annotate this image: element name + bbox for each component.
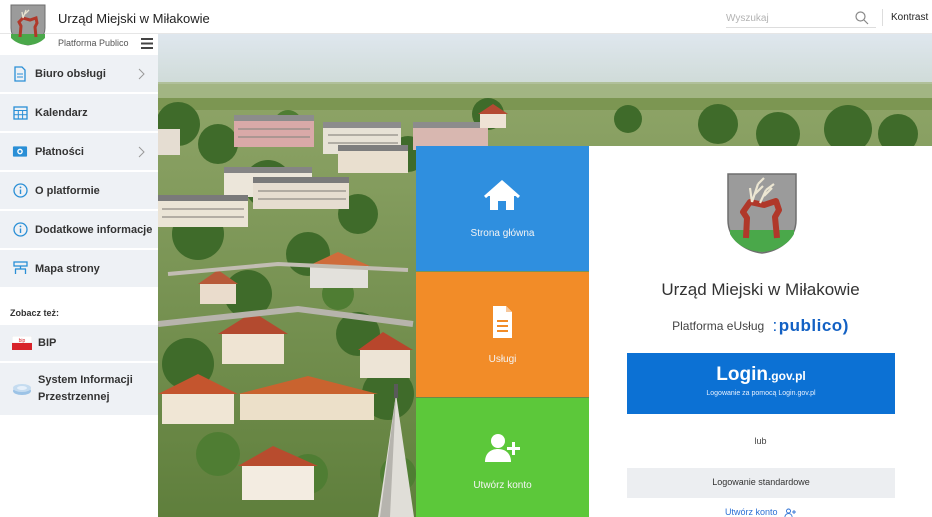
publico-logo: :publico) bbox=[772, 316, 849, 335]
standard-login-button[interactable]: Logowanie standardowe bbox=[627, 468, 895, 498]
login-gov-logo: Login.gov.pl bbox=[627, 364, 895, 386]
sidebar-item-label: System Informacji Przestrzennej bbox=[38, 374, 133, 403]
sidebar-item-biuro-obslugi[interactable]: Biuro obsługi bbox=[0, 55, 158, 94]
document-icon bbox=[12, 65, 28, 82]
sidebar-item-mapa-strony[interactable]: Mapa strony bbox=[0, 250, 158, 289]
add-user-icon bbox=[784, 508, 797, 517]
sidebar: Platforma Publico Biuro obsługi Kalendar… bbox=[0, 34, 158, 517]
sidebar-item-label: Kalendarz bbox=[35, 106, 88, 119]
payment-icon bbox=[12, 144, 28, 160]
tile-home[interactable]: Strona główna bbox=[416, 146, 589, 271]
login-gov-logo-main: Login bbox=[716, 364, 768, 385]
calendar-icon bbox=[12, 105, 28, 121]
add-user-icon bbox=[485, 434, 520, 462]
app-title: Urząd Miejski w Miłakowie bbox=[58, 11, 210, 26]
login-gov-subtitle: Logowanie za pomocą Login.gov.pl bbox=[706, 390, 816, 397]
chevron-right-icon bbox=[138, 68, 145, 80]
header-divider bbox=[882, 9, 883, 26]
create-account-link[interactable]: Utwórz konto bbox=[589, 507, 932, 517]
platform-label: Platforma Publico bbox=[58, 38, 129, 48]
sidebar-item-label: Płatności bbox=[35, 145, 84, 158]
file-icon bbox=[493, 306, 512, 338]
sidebar-item-label: Biuro obsługi bbox=[35, 67, 106, 80]
sidebar-item-kalendarz[interactable]: Kalendarz bbox=[0, 94, 158, 133]
info-icon bbox=[12, 222, 28, 238]
sidebar-item-label: Dodatkowe informacje bbox=[35, 223, 153, 236]
crest-emblem bbox=[727, 173, 797, 254]
tile-label: Usługi bbox=[488, 354, 517, 365]
home-icon bbox=[484, 179, 520, 210]
login-panel: Urząd Miejski w Miłakowie Platforma eUsł… bbox=[589, 146, 932, 517]
standard-login-label: Logowanie standardowe bbox=[712, 477, 810, 487]
tile-label: Strona główna bbox=[470, 228, 535, 239]
publico-logo-text: publico) bbox=[778, 316, 849, 335]
tile-register[interactable]: Utwórz konto bbox=[416, 398, 589, 517]
bip-flag-icon: bip bbox=[11, 335, 33, 350]
platform-line: Platforma eUsług :publico) bbox=[589, 316, 932, 336]
tile-services[interactable]: Usługi bbox=[416, 272, 589, 397]
search-icon[interactable] bbox=[854, 10, 870, 26]
see-also-heading: Zobacz też: bbox=[0, 300, 158, 327]
tile-label: Utwórz konto bbox=[473, 480, 532, 491]
top-header: Urząd Miejski w Miłakowie Kontrast bbox=[0, 0, 932, 34]
hamburger-menu-icon[interactable] bbox=[141, 38, 153, 49]
map-layers-icon bbox=[12, 381, 32, 397]
info-icon bbox=[12, 183, 28, 199]
sidebar-item-platnosci[interactable]: Płatności bbox=[0, 133, 158, 172]
chevron-right-icon bbox=[138, 146, 145, 158]
create-account-label: Utwórz konto bbox=[724, 507, 778, 517]
search-box bbox=[726, 8, 876, 28]
sidebar-item-label: BIP bbox=[38, 336, 57, 349]
svg-text:bip: bip bbox=[19, 338, 26, 344]
sitemap-icon bbox=[12, 261, 28, 277]
side-menu: Biuro obsługi Kalendarz Płatności O plat… bbox=[0, 55, 158, 289]
sidebar-item-sip[interactable]: System Informacji Przestrzennej bbox=[0, 363, 158, 417]
search-input[interactable] bbox=[726, 8, 851, 28]
sidebar-item-dodatkowe-informacje[interactable]: Dodatkowe informacje bbox=[0, 211, 158, 250]
contrast-toggle[interactable]: Kontrast bbox=[891, 12, 928, 23]
see-also-label: Zobacz też: bbox=[10, 308, 60, 318]
platform-name: Platforma eUsług bbox=[672, 319, 765, 333]
crest-logo[interactable] bbox=[10, 4, 46, 46]
sidebar-item-label: Mapa strony bbox=[35, 262, 100, 275]
sidebar-item-o-platformie[interactable]: O platformie bbox=[0, 172, 158, 211]
login-gov-logo-domain: .gov.pl bbox=[767, 369, 806, 383]
or-separator: lub bbox=[754, 436, 767, 446]
external-links: bip BIP System Informacji Przestrzennej bbox=[0, 325, 158, 417]
sidebar-item-bip[interactable]: bip BIP bbox=[0, 325, 158, 363]
login-gov-button[interactable]: Login.gov.pl Logowanie za pomocą Login.g… bbox=[627, 353, 895, 414]
sidebar-item-label: O platformie bbox=[35, 184, 100, 197]
organization-name: Urząd Miejski w Miłakowie bbox=[661, 280, 860, 299]
